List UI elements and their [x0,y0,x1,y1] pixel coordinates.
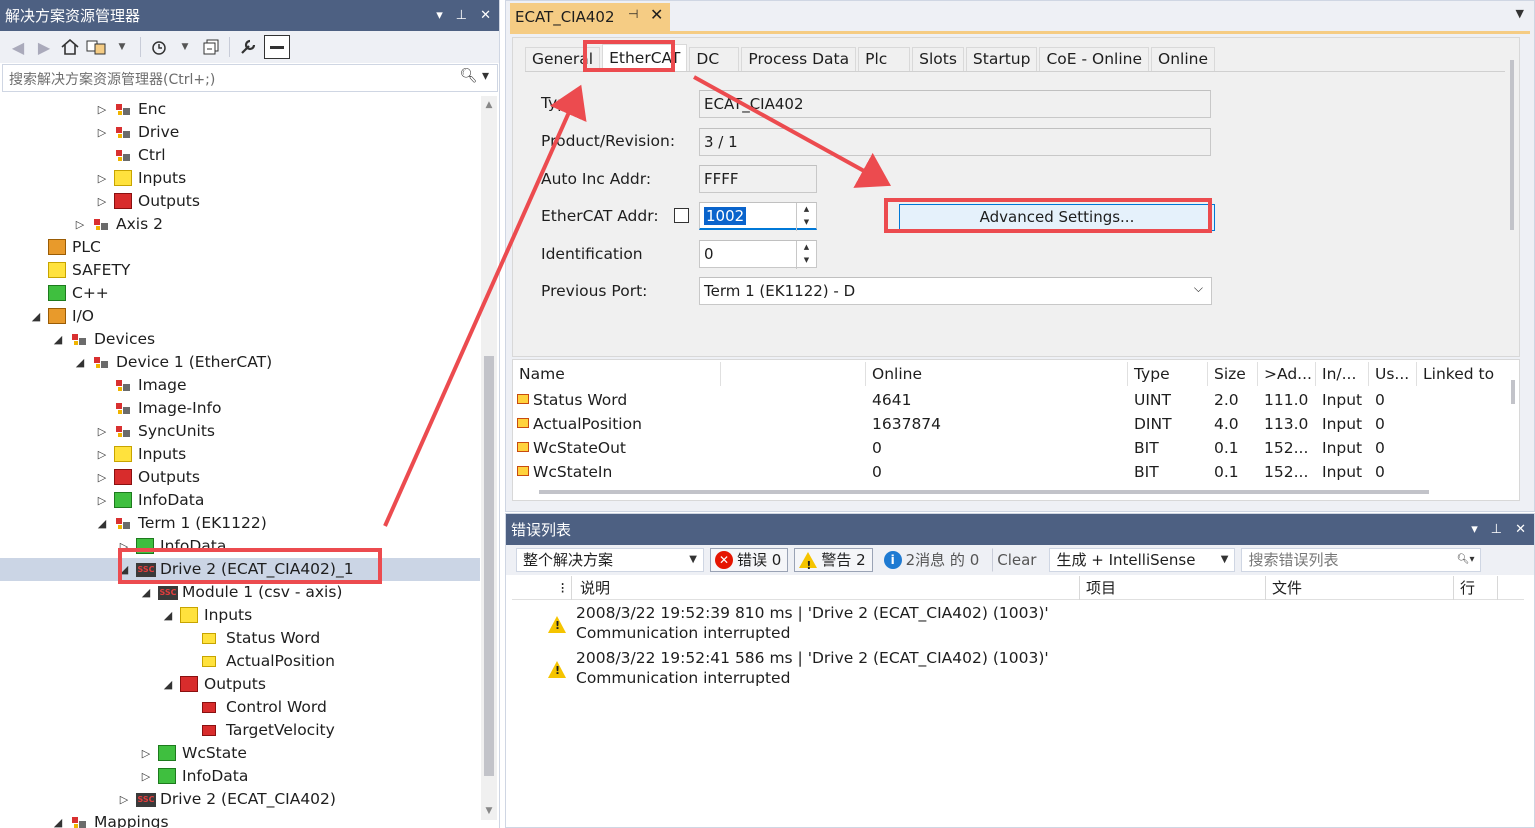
annotation-arrows [383,75,892,527]
arrow-tab-to-button [693,75,892,188]
arrow-tree-to-tab [383,84,587,527]
